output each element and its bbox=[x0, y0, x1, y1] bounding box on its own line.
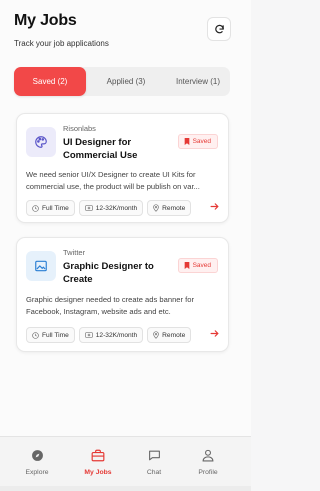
bottom-navigation: Explore My Jobs Chat Profile bbox=[0, 436, 251, 491]
briefcase-icon bbox=[91, 449, 105, 462]
open-job-arrow-icon[interactable] bbox=[210, 202, 219, 214]
salary-label: 12-32K/month bbox=[95, 204, 138, 212]
job-type-chip: Full Time bbox=[26, 200, 75, 216]
refresh-button[interactable] bbox=[207, 17, 231, 41]
job-type-label: Full Time bbox=[42, 204, 69, 212]
image-icon bbox=[35, 260, 47, 272]
job-title: Graphic Designer to Create bbox=[63, 261, 154, 285]
job-tags: Full Time 12-32K/month Remote bbox=[26, 327, 192, 343]
money-icon bbox=[84, 332, 93, 338]
job-description: We need senior UI/X Designer to create U… bbox=[26, 170, 200, 191]
job-card[interactable]: Twitter Graphic Designer to Create Saved… bbox=[16, 237, 229, 352]
page-title: My Jobs bbox=[14, 12, 77, 29]
saved-badge-label: Saved bbox=[192, 138, 211, 145]
job-title: UI Designer for Commercial Use bbox=[63, 137, 138, 161]
location-chip: Remote bbox=[147, 327, 192, 343]
location-pin-icon bbox=[153, 204, 159, 212]
job-type-chip: Full Time bbox=[26, 327, 75, 343]
chat-icon bbox=[148, 450, 160, 461]
tab-interview[interactable]: Interview (1) bbox=[166, 67, 230, 96]
nav-item-profile[interactable]: Profile bbox=[183, 449, 233, 476]
page-subtitle: Track your job applications bbox=[14, 39, 109, 48]
company-name: Risonlabs bbox=[63, 124, 96, 133]
company-logo bbox=[26, 251, 56, 281]
home-indicator-bar bbox=[0, 486, 251, 491]
job-tags: Full Time 12-32K/month Remote bbox=[26, 200, 192, 216]
nav-item-label: My Jobs bbox=[84, 469, 112, 476]
job-status-tabs: Saved (2) Applied (3) Interview (1) bbox=[14, 67, 230, 96]
tab-saved[interactable]: Saved (2) bbox=[14, 67, 86, 96]
job-type-label: Full Time bbox=[42, 331, 69, 339]
saved-badge[interactable]: Saved bbox=[177, 258, 218, 273]
compass-icon bbox=[31, 450, 43, 461]
company-name: Twitter bbox=[63, 248, 86, 257]
user-icon bbox=[202, 449, 214, 462]
nav-item-chat[interactable]: Chat bbox=[129, 449, 179, 476]
refresh-icon bbox=[214, 24, 224, 33]
job-description: Graphic designer needed to create ads ba… bbox=[26, 295, 195, 316]
nav-item-explore[interactable]: Explore bbox=[12, 449, 62, 476]
bookmark-icon bbox=[184, 262, 189, 269]
saved-badge[interactable]: Saved bbox=[177, 134, 218, 149]
bookmark-icon bbox=[184, 138, 189, 145]
saved-badge-label: Saved bbox=[192, 262, 211, 269]
salary-chip: 12-32K/month bbox=[78, 327, 144, 343]
tab-applied[interactable]: Applied (3) bbox=[90, 67, 162, 96]
header: My Jobs Track your job applications bbox=[14, 12, 237, 48]
nav-item-label: Explore bbox=[25, 469, 49, 476]
palette-icon bbox=[35, 136, 47, 148]
company-logo bbox=[26, 127, 56, 157]
location-label: Remote bbox=[162, 204, 186, 212]
location-pin-icon bbox=[153, 331, 159, 339]
location-chip: Remote bbox=[147, 200, 192, 216]
salary-chip: 12-32K/month bbox=[78, 200, 144, 216]
clock-icon bbox=[32, 331, 39, 339]
job-card[interactable]: Risonlabs UI Designer for Commercial Use… bbox=[16, 113, 229, 223]
open-job-arrow-icon[interactable] bbox=[210, 329, 219, 341]
nav-item-label: Profile bbox=[198, 469, 218, 476]
clock-icon bbox=[32, 204, 39, 212]
my-jobs-screen: My Jobs Track your job applications Save… bbox=[0, 0, 251, 491]
nav-item-my-jobs[interactable]: My Jobs bbox=[73, 449, 123, 476]
money-icon bbox=[84, 205, 93, 211]
location-label: Remote bbox=[162, 331, 186, 339]
salary-label: 12-32K/month bbox=[95, 331, 138, 339]
nav-item-label: Chat bbox=[146, 469, 162, 476]
